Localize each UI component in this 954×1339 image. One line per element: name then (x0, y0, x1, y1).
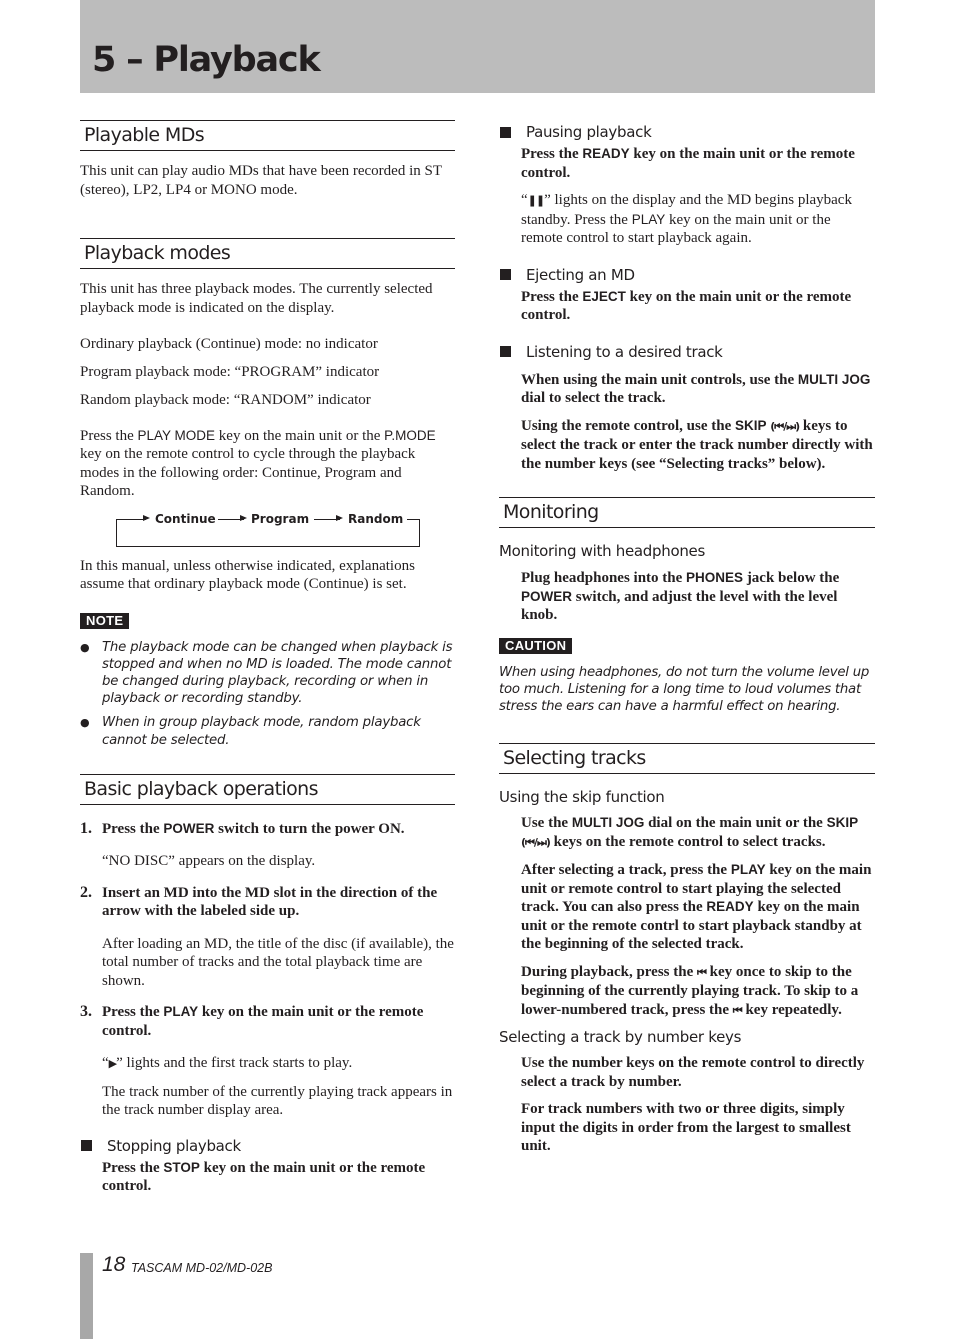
step-3-result: “▶” lights and the first track starts to… (102, 1055, 353, 1072)
flow-line (116, 518, 146, 520)
pausing-instructions: Press the READY key on the main unit or … (521, 146, 855, 181)
section-heading-playback-modes: Playback modes (80, 238, 455, 269)
section-heading-selecting-tracks: Selecting tracks (499, 743, 875, 775)
key-ready: READY (706, 899, 754, 915)
monitoring-instructions: Plug headphones into the PHONES jack bel… (521, 570, 840, 623)
mode-line-random: Random playback mode: “RANDOM” indicator (80, 392, 371, 408)
selecting-p5: For track numbers with two or three digi… (521, 1101, 851, 1155)
subheading-monitoring-headphones: Monitoring with headphones (499, 542, 705, 560)
step-1-result: “NO DISC” appears on the display. (102, 853, 316, 870)
subheading-ejecting: Ejecting an MD (499, 265, 875, 285)
section-heading-playable-mds: Playable MDs (80, 120, 455, 151)
pause-icon: ❚❚ (527, 194, 545, 207)
note-badge: NOTE (80, 612, 130, 629)
note-item: ● The playback mode can be changed when p… (80, 639, 453, 707)
footer-bar (80, 1253, 93, 1339)
arrow-icon (336, 514, 343, 521)
skip-icon: (⏮/⏭) (770, 419, 800, 433)
subheading-stopping-playback: Stopping playback (80, 1136, 455, 1156)
caution-text: When using headphones, do not turn the v… (499, 664, 870, 714)
play-mode-instructions: Press the PLAY MODE key on the main unit… (80, 427, 436, 500)
skip-back-icon: ⏮ (732, 1003, 743, 1017)
step-3: 3. Press the PLAY key on the main unit o… (80, 1003, 424, 1039)
key-skip: SKIP (826, 815, 859, 831)
square-bullet-icon (500, 126, 511, 138)
key-eject: EJECT (582, 288, 626, 304)
arrow-icon (143, 514, 150, 521)
caution-badge: CAUTION (499, 637, 573, 654)
playback-modes-intro: This unit has three playback modes. The … (80, 281, 433, 316)
arrow-icon (240, 514, 247, 521)
stopping-instructions: Press the STOP key on the main unit or t… (102, 1159, 426, 1195)
key-phones: PHONES (686, 570, 744, 585)
flow-label-program: Program (251, 509, 310, 528)
key-power: POWER (521, 588, 573, 604)
ejecting-instructions: Press the EJECT key on the main unit or … (521, 288, 852, 324)
skip-back-icon: ⏮ (697, 965, 707, 979)
step-3-result-2: The track number of the currently playin… (102, 1083, 453, 1119)
key-p-mode: P.MODE (384, 427, 436, 443)
page-number: 18 (102, 1253, 126, 1276)
step-2: 2. Insert an MD into the MD slot in the … (80, 883, 438, 920)
subheading-pausing-playback: Pausing playback (499, 122, 875, 142)
key-play: PLAY (730, 862, 766, 878)
mode-line-continue: Ordinary playback (Continue) mode: no in… (80, 336, 378, 352)
footer-model: TASCAM MD-02/MD-02B (131, 1261, 273, 1275)
key-multi-jog: MULTI JOG (797, 371, 871, 387)
listening-p2: Using the remote control, use the SKIP (… (521, 417, 873, 472)
chapter-title: 5 – Playback (92, 40, 321, 80)
key-multi-jog: MULTI JOG (571, 815, 645, 831)
flow-line (407, 518, 419, 520)
mode-cycle-diagram: Continue Program Random (80, 509, 455, 547)
playable-mds-body: This unit can play audio MDs that have b… (80, 163, 442, 198)
step-2-result: After loading an MD, the title of the di… (102, 935, 454, 989)
manual-assumption-note: In this manual, unless otherwise indicat… (80, 557, 415, 593)
square-bullet-icon (81, 1140, 92, 1152)
right-column: Pausing playback Press the READY key on … (499, 120, 875, 1156)
selecting-p1: Use the MULTI JOG dial on the main unit … (521, 815, 859, 850)
listening-p1: When using the main unit controls, use t… (521, 371, 871, 407)
flow-label-continue: Continue (155, 509, 216, 528)
subheading-listening: Listening to a desired track (499, 342, 875, 362)
subheading-number-keys: Selecting a track by number keys (499, 1028, 742, 1047)
key-ready: READY (582, 146, 630, 161)
key-stop: STOP (163, 1159, 200, 1175)
skip-icon: (⏮/⏭) (521, 835, 551, 849)
mode-line-program: Program playback mode: “PROGRAM” indicat… (80, 364, 380, 380)
section-heading-monitoring: Monitoring (499, 497, 875, 528)
selecting-p2: After selecting a track, press the PLAY … (521, 862, 872, 953)
pausing-body: “❚❚” lights on the display and the MD be… (521, 192, 852, 246)
flow-label-random: Random (348, 509, 404, 528)
square-bullet-icon (500, 346, 511, 357)
subheading-skip-function: Using the skip function (499, 788, 665, 807)
note-badge-wrap: NOTE (80, 612, 455, 630)
section-heading-basic-playback: Basic playback operations (80, 773, 455, 805)
bullet-icon: ● (80, 640, 90, 654)
bullet-icon: ● (80, 716, 90, 730)
selecting-p4: Use the number keys on the remote contro… (521, 1055, 865, 1090)
square-bullet-icon (500, 269, 511, 280)
step-1: 1. Press the POWER switch to turn the po… (80, 819, 405, 837)
selecting-p3: During playback, press the ⏮ key once to… (521, 963, 859, 1018)
key-skip: SKIP (735, 417, 767, 433)
key-power: POWER (163, 820, 215, 836)
caution-badge-wrap: CAUTION (499, 637, 875, 655)
note-item: ● When in group playback mode, random pla… (80, 715, 421, 748)
key-play: PLAY (631, 211, 666, 227)
key-play-mode: PLAY MODE (137, 427, 216, 443)
key-play: PLAY (163, 1004, 199, 1020)
left-column: Playable MDs This unit can play audio MD… (80, 120, 455, 1196)
